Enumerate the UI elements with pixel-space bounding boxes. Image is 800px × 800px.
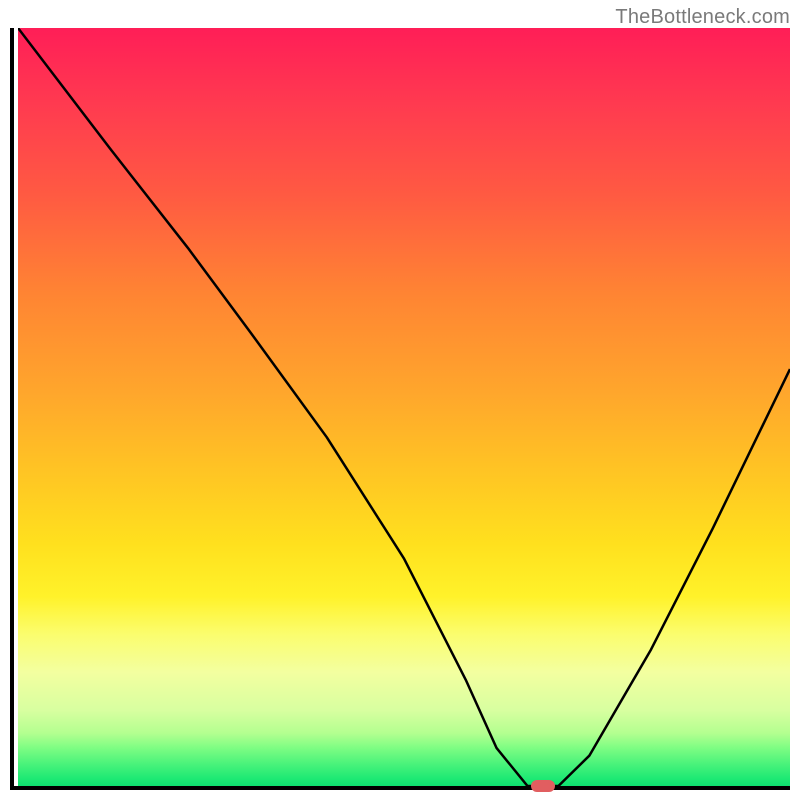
plot-frame bbox=[10, 28, 790, 790]
line-plot bbox=[18, 28, 790, 786]
optimal-marker bbox=[531, 780, 555, 792]
data-curve bbox=[18, 28, 790, 786]
watermark-text: TheBottleneck.com bbox=[615, 6, 790, 29]
chart-container: TheBottleneck.com bbox=[0, 0, 800, 800]
